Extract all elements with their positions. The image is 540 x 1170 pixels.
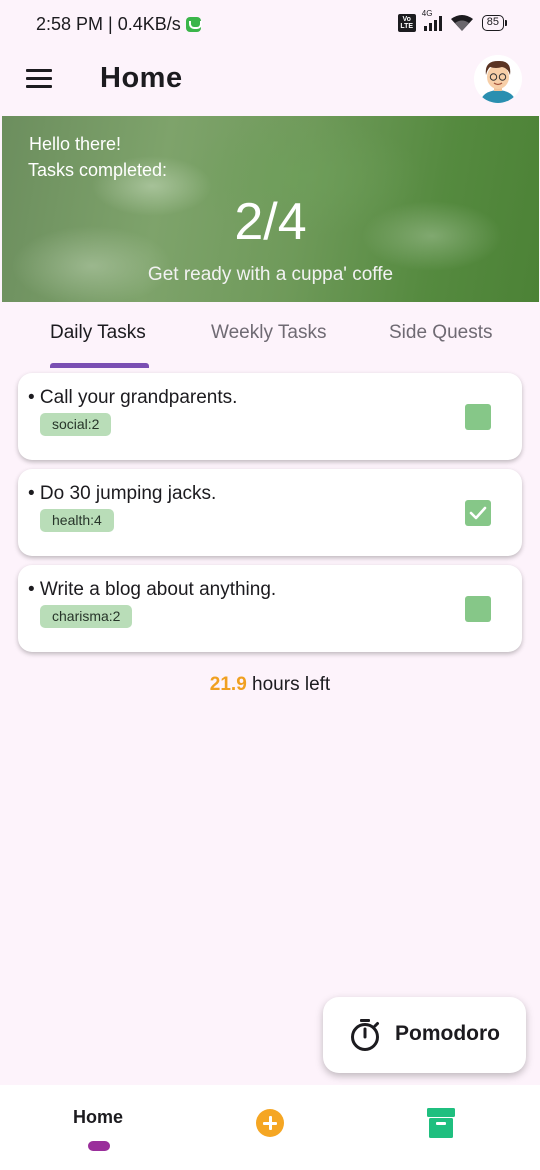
avatar[interactable] xyxy=(474,55,522,103)
network-type-label: 4G xyxy=(421,9,433,18)
hero-greeting: Hello there! xyxy=(29,134,122,154)
task-title: • Do 30 jumping jacks. xyxy=(28,483,217,504)
status-bar: 2:58 PM | 0.4KB/s Vo LTE 4G 85 xyxy=(0,0,540,50)
tasks-completed-count: 2/4 xyxy=(234,193,307,251)
notification-app-icon xyxy=(185,17,202,32)
avatar-illustration xyxy=(474,55,522,103)
task-title: • Write a blog about anything. xyxy=(28,579,277,600)
nav-home-label: Home xyxy=(73,1107,124,1127)
add-circle-icon[interactable] xyxy=(256,1109,284,1137)
nav-active-indicator xyxy=(88,1141,110,1151)
app-bar: Home xyxy=(0,50,540,116)
timer-icon xyxy=(351,1019,379,1051)
hours-left-value: 21.9 xyxy=(209,674,247,695)
tab-side-quests[interactable]: Side Quests xyxy=(389,322,493,344)
task-tabs: Daily Tasks Weekly Tasks Side Quests xyxy=(0,302,540,368)
task-tag: health:4 xyxy=(40,509,114,532)
status-left: 2:58 PM | 0.4KB/s xyxy=(36,14,202,35)
archive-icon[interactable] xyxy=(426,1107,456,1139)
tab-weekly-tasks[interactable]: Weekly Tasks xyxy=(211,322,326,344)
battery-icon: 85 xyxy=(481,15,508,31)
hours-left-suffix: hours left xyxy=(246,674,331,695)
task-title: • Call your grandparents. xyxy=(28,387,238,408)
checkmark-icon xyxy=(469,506,487,520)
task-tag: social:2 xyxy=(40,413,112,436)
status-time-speed: 2:58 PM | 0.4KB/s xyxy=(36,14,181,34)
pomodoro-button[interactable]: Pomodoro xyxy=(323,997,526,1073)
wifi-icon xyxy=(450,15,473,31)
hours-left: 21.9 hours left xyxy=(0,674,540,696)
task-checkbox[interactable] xyxy=(465,596,491,622)
page-title: Home xyxy=(100,62,183,94)
task-tag: charisma:2 xyxy=(40,605,133,628)
tab-indicator xyxy=(50,363,149,368)
hero-quote: Get ready with a cuppa' coffe xyxy=(147,264,394,285)
nav-home[interactable]: Home xyxy=(40,1085,160,1170)
task-card[interactable]: • Do 30 jumping jacks. health:4 xyxy=(18,469,522,556)
hero-banner: Hello there! Tasks completed: 2/4 Get re… xyxy=(2,116,539,302)
task-card[interactable]: • Call your grandparents. social:2 xyxy=(18,373,522,460)
task-checkbox[interactable] xyxy=(465,404,491,430)
volte-icon: Vo LTE xyxy=(397,14,416,32)
hero-subtitle: Tasks completed: xyxy=(28,160,168,180)
task-checkbox[interactable] xyxy=(465,500,491,526)
signal-icon: 4G xyxy=(422,9,442,31)
pomodoro-label: Pomodoro xyxy=(395,1022,500,1045)
tab-daily-tasks[interactable]: Daily Tasks xyxy=(50,322,146,344)
bottom-nav: Home xyxy=(0,1085,540,1170)
status-right: Vo LTE 4G 85 xyxy=(397,9,508,32)
task-card[interactable]: • Write a blog about anything. charisma:… xyxy=(18,565,522,652)
menu-icon[interactable] xyxy=(26,69,52,89)
